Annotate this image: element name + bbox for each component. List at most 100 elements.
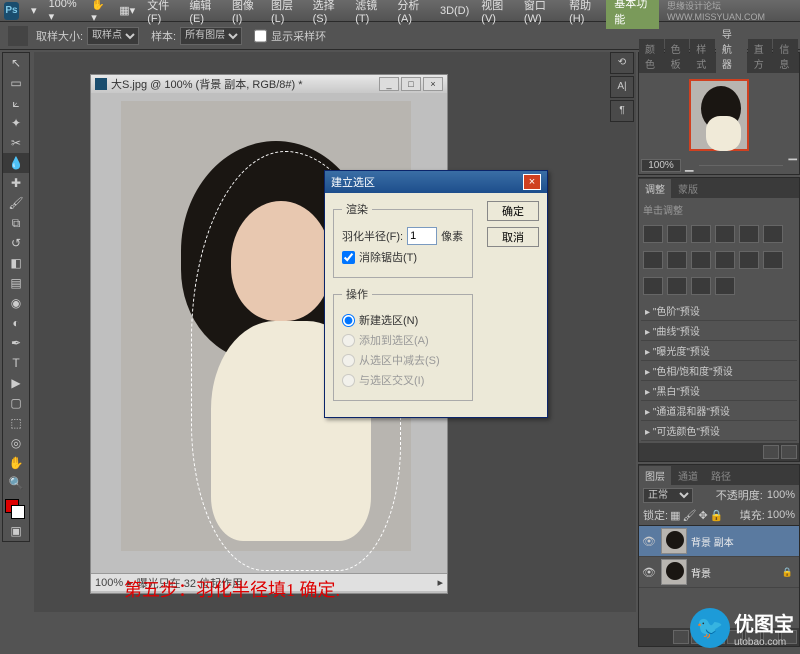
tab-paths[interactable]: 路径 [705,466,737,485]
adj-hue-icon[interactable] [763,225,783,243]
wand-tool[interactable]: ✦ [3,113,29,133]
adj-levels-icon[interactable] [667,225,687,243]
blend-mode-select[interactable]: 正常 [643,488,693,503]
doc-titlebar[interactable]: 大S.jpg @ 100% (背景 副本, RGB/8#) * _ □ × [91,75,447,93]
ok-button[interactable]: 确定 [487,201,539,221]
dialog-close-button[interactable]: × [523,174,541,190]
menu-file[interactable]: 文件(F) [141,0,183,25]
layer-item-copy[interactable]: 👁 背景 副本 [639,526,799,557]
show-ring-checkbox[interactable] [254,27,267,45]
adj-mixer-icon[interactable] [691,251,711,269]
dodge-tool[interactable]: ◐ [3,313,29,333]
marquee-tool[interactable]: ▭ [3,73,29,93]
menu-view[interactable]: 视图(V) [475,0,518,25]
layer-item-bg[interactable]: 👁 背景 🔒 [639,557,799,588]
3d-tool[interactable]: ⬚ [3,413,29,433]
preset-selective[interactable]: "可选颜色"预设 [641,421,797,441]
mini-char-icon[interactable]: A| [610,76,634,98]
layer-name[interactable]: 背景 副本 [691,534,734,549]
opacity-value[interactable]: 100% [767,489,795,501]
move-tool[interactable]: ↖ [3,53,29,73]
mb-hand[interactable]: ✋▾ [85,0,113,24]
doc-zoom[interactable]: 100% [95,577,123,589]
pen-tool[interactable]: ✒ [3,333,29,353]
tab-channels[interactable]: 通道 [672,466,704,485]
preset-hue[interactable]: "色相/饱和度"预设 [641,361,797,381]
cancel-button[interactable]: 取消 [487,227,539,247]
quickmask-tool[interactable]: ▣ [3,521,29,541]
preset-curves[interactable]: "曲线"预设 [641,321,797,341]
adj-bw-icon[interactable] [643,251,663,269]
brush-tool[interactable]: 🖌 [3,193,29,213]
sample-size-select[interactable]: 取样点 [87,27,139,45]
layer-name[interactable]: 背景 [691,565,711,580]
doc-min-button[interactable]: _ [379,77,399,91]
tab-info[interactable]: 信息 [773,39,798,73]
preset-mixer[interactable]: "通道混和器"预设 [641,401,797,421]
background-color[interactable] [11,505,25,519]
zoom-tool[interactable]: 🔍 [3,473,29,493]
tab-layers[interactable]: 图层 [639,466,671,485]
workspace-basic[interactable]: 基本功能 [606,0,659,29]
layer-thumb[interactable] [661,528,687,554]
adj-foot-1[interactable] [763,445,779,459]
menu-edit[interactable]: 编辑(E) [183,0,226,25]
adj-exposure-icon[interactable] [715,225,735,243]
adj-foot-trash[interactable] [781,445,797,459]
adj-brightness-icon[interactable] [643,225,663,243]
lock-all-icon[interactable]: 🔒 [710,509,724,522]
layer-thumb[interactable] [661,559,687,585]
tab-mask[interactable]: 蒙版 [672,179,704,198]
preset-exposure[interactable]: "曝光度"预设 [641,341,797,361]
visibility-icon[interactable]: 👁 [641,535,657,548]
menu-filter[interactable]: 滤镜(T) [349,0,391,25]
adj-poster-icon[interactable] [739,251,759,269]
menu-image[interactable]: 图像(I) [226,0,265,25]
nav-zoom-input[interactable] [641,159,681,172]
menu-window[interactable]: 窗口(W) [518,0,563,25]
adj-invert-icon[interactable] [715,251,735,269]
visibility-icon[interactable]: 👁 [641,566,657,579]
zoom-in-icon[interactable]: ▔ [789,159,797,172]
tab-style[interactable]: 样式 [690,39,715,73]
fill-value[interactable]: 100% [767,509,795,521]
menu-analysis[interactable]: 分析(A) [391,0,434,25]
adj-3-icon[interactable] [691,277,711,295]
doc-max-button[interactable]: □ [401,77,421,91]
menu-help[interactable]: 帮助(H) [563,0,606,25]
color-swatch[interactable] [3,497,29,521]
preset-levels[interactable]: "色阶"预设 [641,301,797,321]
adj-thresh-icon[interactable] [763,251,783,269]
mb-grid[interactable]: ▦▾ [113,4,141,17]
menu-layer[interactable]: 图层(L) [265,0,307,25]
adj-4-icon[interactable] [715,277,735,295]
lock-trans-icon[interactable]: ▦ [670,509,680,522]
menu-select[interactable]: 选择(S) [307,0,350,25]
blur-tool[interactable]: ◉ [3,293,29,313]
3d-cam-tool[interactable]: ◎ [3,433,29,453]
shape-tool[interactable]: ▢ [3,393,29,413]
tab-navigator[interactable]: 导航器 [716,24,747,73]
antialias-checkbox[interactable] [342,251,355,264]
lock-paint-icon[interactable]: 🖌 [682,509,696,522]
dialog-titlebar[interactable]: 建立选区 × [325,171,547,193]
mb-br[interactable]: ▾ [25,4,43,17]
mb-zoom[interactable]: 100% ▾ [43,0,86,23]
adj-curves-icon[interactable] [691,225,711,243]
type-tool[interactable]: T [3,353,29,373]
feather-input[interactable] [407,227,437,245]
adj-vibrance-icon[interactable] [739,225,759,243]
link-layers-icon[interactable] [673,630,689,644]
doc-close-button[interactable]: × [423,77,443,91]
op-new-radio[interactable] [342,314,355,327]
zoom-slider[interactable] [699,165,782,166]
tab-swatch[interactable]: 色板 [665,39,690,73]
mini-history-icon[interactable]: ⟲ [610,52,634,74]
menu-3d[interactable]: 3D(D) [434,5,475,17]
adj-grad-icon[interactable] [643,277,663,295]
preset-bw[interactable]: "黑白"预设 [641,381,797,401]
eraser-tool[interactable]: ◧ [3,253,29,273]
navigator-thumbnail[interactable] [689,79,749,151]
history-brush-tool[interactable]: ↺ [3,233,29,253]
tab-adjust[interactable]: 调整 [639,179,671,198]
